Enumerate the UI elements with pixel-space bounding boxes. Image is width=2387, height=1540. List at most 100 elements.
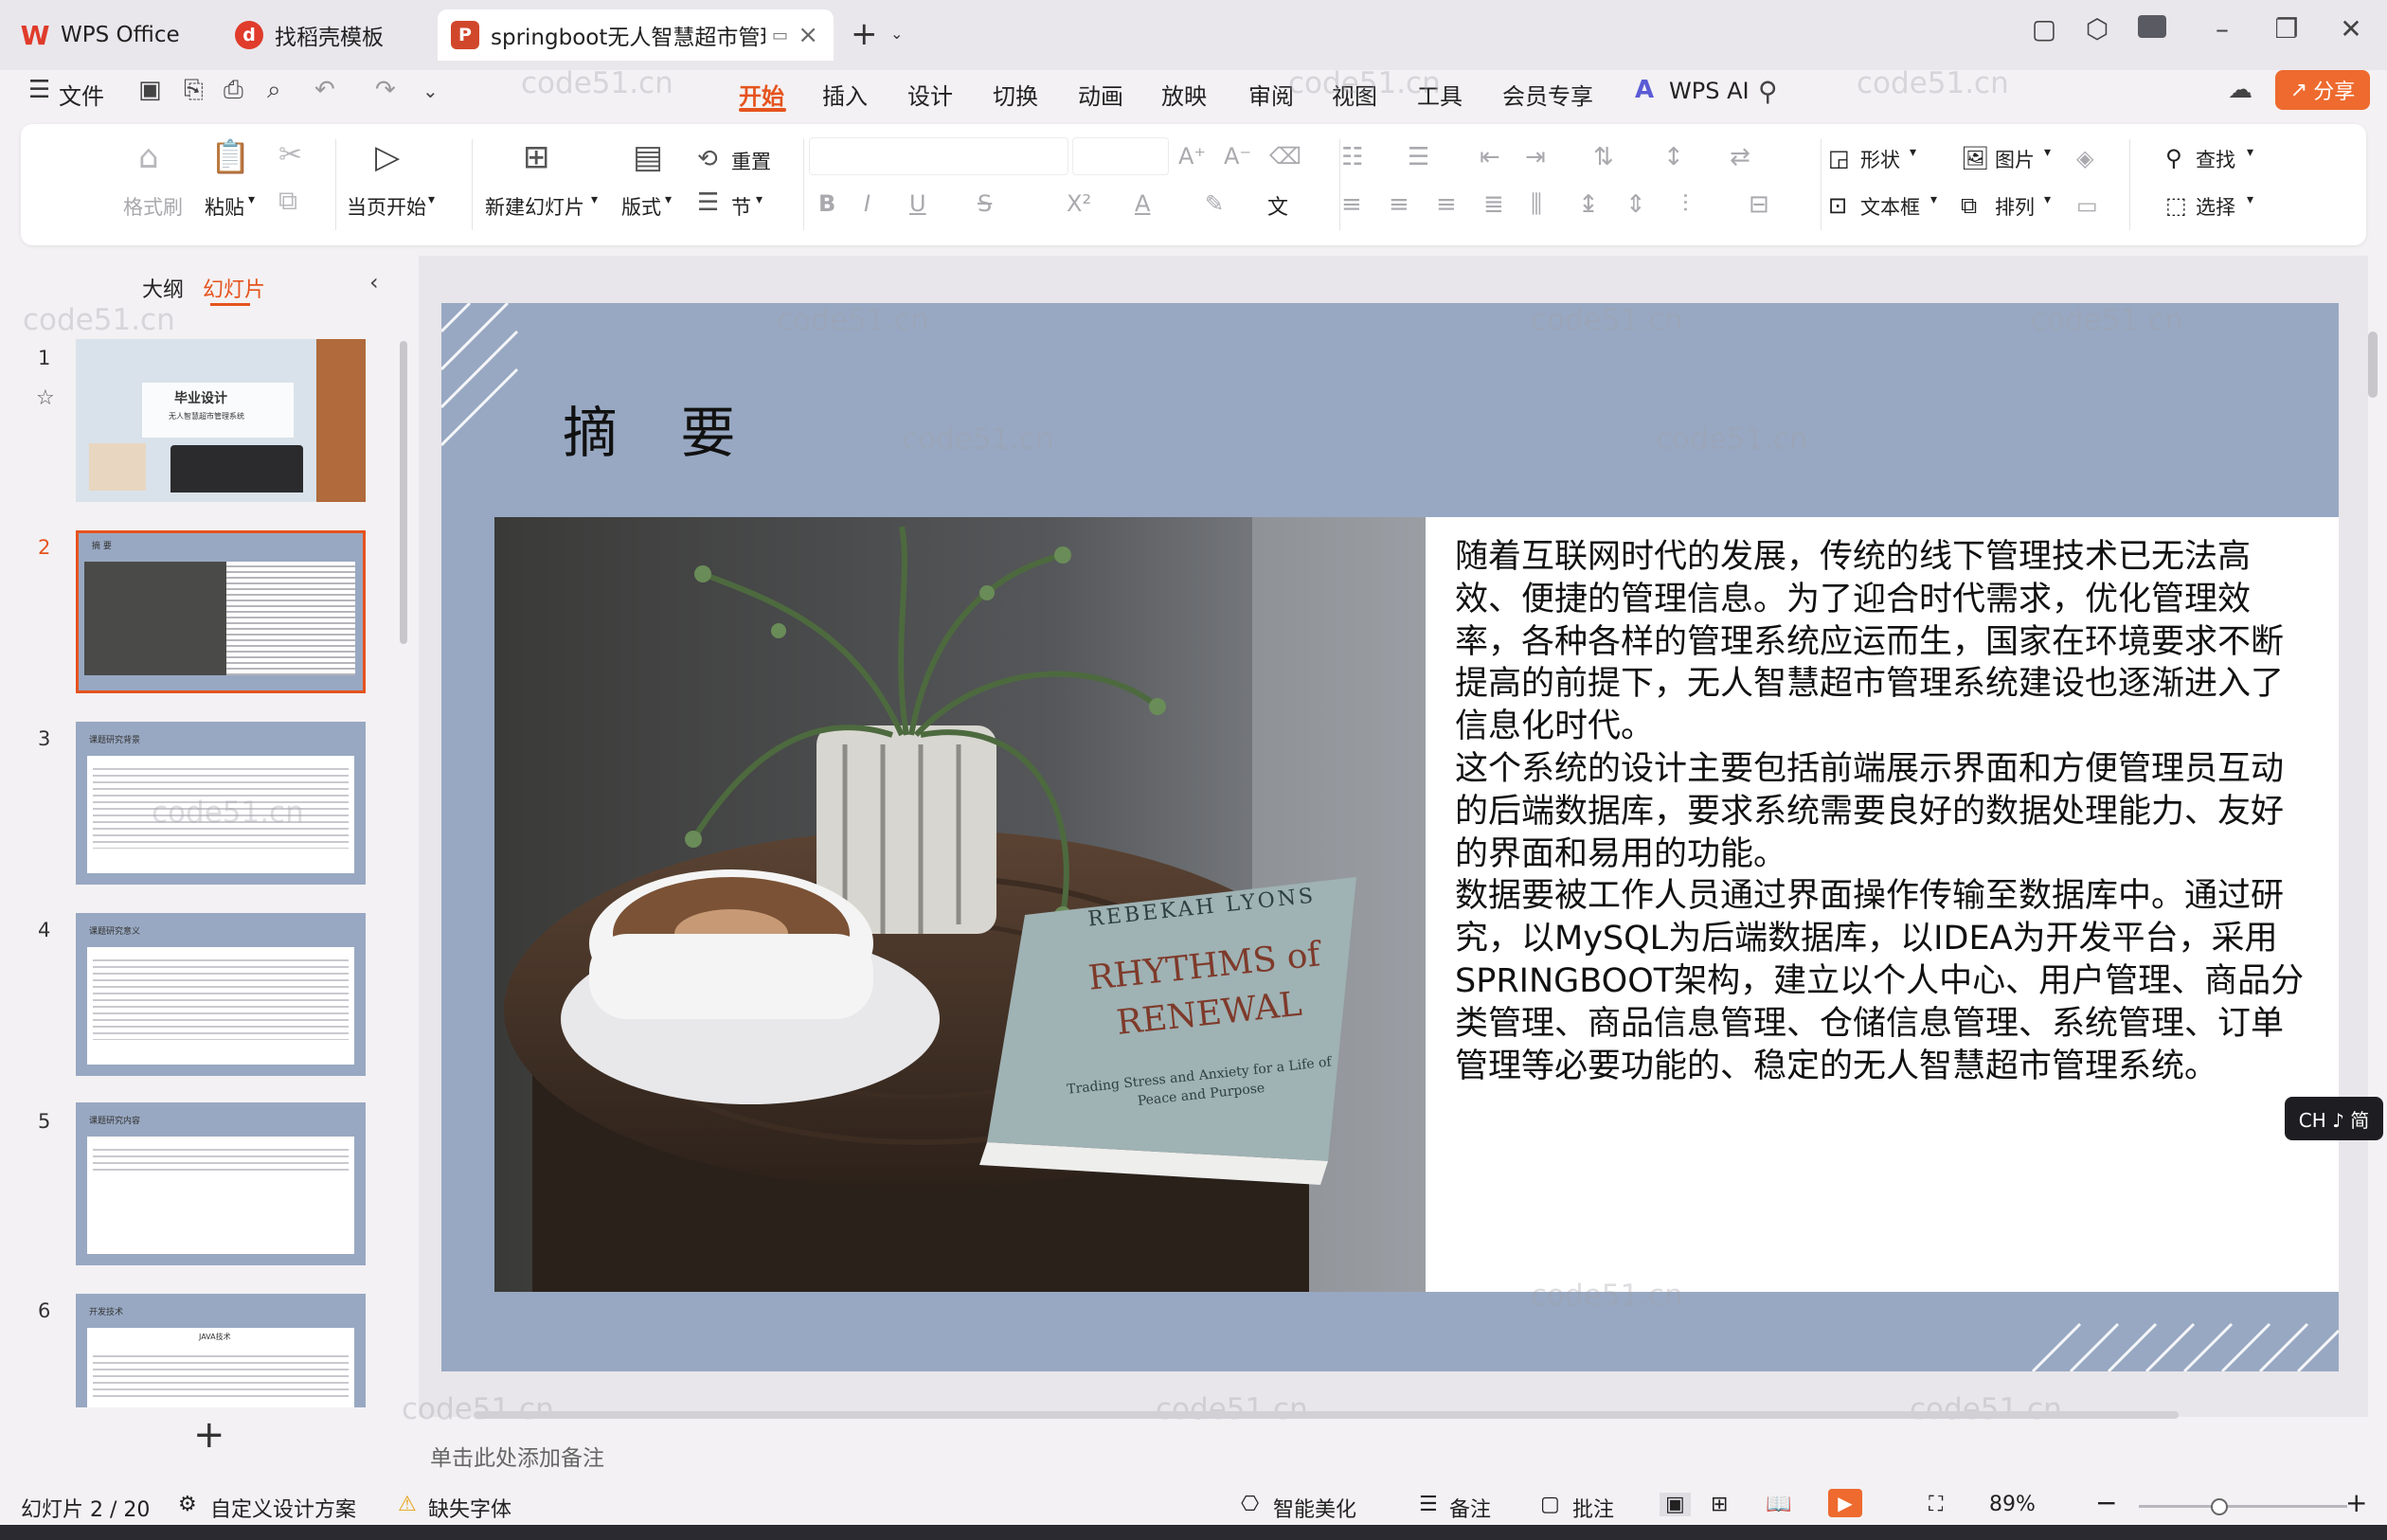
highlight-icon[interactable]: ✎ — [1205, 190, 1224, 217]
underline-button[interactable]: U — [909, 190, 926, 217]
canvas-hscrollbar[interactable] — [474, 1411, 2179, 1419]
notes-toggle-button[interactable]: 备注 — [1449, 1493, 1491, 1523]
start-current-button[interactable]: 当页开始 — [347, 192, 426, 221]
increase-indent-icon[interactable]: ⇥ — [1525, 143, 1546, 171]
strikethrough-button[interactable]: S — [978, 190, 992, 217]
italic-button[interactable]: I — [864, 190, 870, 217]
slide-thumbnail-3[interactable]: 课题研究背景 — [76, 722, 366, 885]
panel-scrollbar[interactable] — [400, 341, 407, 644]
menu-review[interactable]: 审阅 — [1248, 78, 1294, 111]
minimize-icon[interactable]: – — [2201, 13, 2243, 45]
justify-icon[interactable]: ≣ — [1483, 190, 1504, 219]
reading-view-icon[interactable]: 📖 — [1766, 1493, 1791, 1516]
canvas-vscrollbar[interactable] — [2368, 331, 2378, 398]
menu-home[interactable]: 开始 — [739, 78, 784, 111]
fit-window-icon[interactable]: ⛶ — [1929, 1493, 1943, 1516]
new-tab-button[interactable]: + — [851, 15, 878, 53]
font-size-select[interactable] — [1072, 137, 1169, 175]
redo-icon[interactable]: ↷ — [375, 76, 396, 104]
chevron-down-icon[interactable]: ▾ — [428, 192, 435, 207]
text-align-icon[interactable]: ⊟ — [1749, 190, 1769, 219]
cut-icon[interactable]: ✂ — [278, 139, 302, 171]
tab-template[interactable]: d 找稻壳模板 — [222, 9, 430, 61]
shape-button[interactable]: 形状 — [1860, 145, 1900, 173]
save-icon[interactable]: ▣ — [138, 76, 162, 104]
search-icon[interactable]: ⚲ — [1758, 76, 1778, 107]
copy-icon[interactable]: ⧉ — [278, 185, 297, 217]
hamburger-icon[interactable]: ☰ — [28, 76, 50, 104]
select-button[interactable]: 选择 — [2196, 192, 2235, 221]
layout-icon[interactable]: ▢ — [2023, 13, 2065, 45]
slide-thumbnail-5[interactable]: 课题研究内容 — [76, 1102, 366, 1265]
chevron-down-icon[interactable]: ▾ — [2247, 145, 2253, 160]
slide-title[interactable]: 摘 要 — [563, 388, 758, 468]
print-icon[interactable]: ⎙ — [224, 76, 243, 105]
chevron-down-icon[interactable]: ▾ — [2044, 145, 2051, 160]
menu-file[interactable]: 文件 — [59, 78, 104, 111]
columns-icon[interactable]: ⫶ — [1682, 190, 1689, 220]
normal-view-icon[interactable]: ▣ — [1660, 1493, 1691, 1516]
comments-button[interactable]: 批注 — [1572, 1493, 1614, 1523]
menu-design[interactable]: 设计 — [907, 78, 953, 111]
menu-insert[interactable]: 插入 — [822, 78, 868, 111]
ime-indicator[interactable]: CH ♪ 简 — [2285, 1097, 2383, 1140]
textbox-button[interactable]: 文本框 — [1860, 192, 1920, 221]
clear-format-icon[interactable]: ⌫ — [1269, 143, 1301, 170]
text-direction-icon[interactable]: ⇅ — [1593, 143, 1614, 171]
tab-presentation-active[interactable]: P springboot无人智慧超市管理 ▭ × — [438, 9, 834, 61]
close-window-icon[interactable]: ✕ — [2330, 13, 2372, 45]
zoom-out-icon[interactable]: − — [2095, 1487, 2117, 1518]
smart-beautify-button[interactable]: 智能美化 — [1273, 1493, 1356, 1523]
align-right-icon[interactable]: ≡ — [1436, 190, 1457, 219]
menu-transition[interactable]: 切换 — [993, 78, 1038, 111]
add-slide-button[interactable]: + — [193, 1413, 225, 1457]
zoom-slider-thumb[interactable] — [2211, 1498, 2228, 1515]
font-name-select[interactable] — [809, 137, 1068, 175]
menu-wps-ai[interactable]: WPS AI — [1669, 78, 1750, 104]
zoom-in-icon[interactable]: + — [2345, 1487, 2367, 1518]
numbered-list-icon[interactable]: ☰ — [1408, 143, 1429, 171]
convert-icon[interactable]: ⇄ — [1730, 143, 1750, 171]
chevron-down-icon[interactable]: ▾ — [756, 192, 763, 207]
menu-slideshow[interactable]: 放映 — [1161, 78, 1207, 111]
slide-thumbnail-4[interactable]: 课题研究意义 — [76, 913, 366, 1076]
chevron-down-icon[interactable]: ▾ — [591, 192, 598, 207]
new-slide-button[interactable]: 新建幻灯片 — [485, 192, 584, 221]
print-preview-icon[interactable]: ⌕ — [267, 76, 281, 105]
decrease-font-icon[interactable]: A⁻ — [1224, 143, 1251, 170]
align-center-icon[interactable]: ≡ — [1389, 190, 1409, 219]
custom-design-button[interactable]: 自定义设计方案 — [210, 1493, 356, 1523]
star-icon[interactable]: ☆ — [36, 386, 55, 410]
superscript-button[interactable]: X² — [1067, 190, 1091, 217]
chevron-down-icon[interactable]: ▾ — [248, 192, 255, 207]
font-color-button[interactable]: A — [1135, 190, 1150, 217]
line-spacing-icon[interactable]: ↨ — [1578, 190, 1599, 219]
chevron-down-icon[interactable]: ⌄ — [890, 25, 903, 43]
para-spacing-icon[interactable]: ⇕ — [1625, 190, 1646, 219]
cube-icon[interactable]: ⬡ — [2076, 13, 2118, 45]
menu-member[interactable]: 会员专享 — [1502, 78, 1593, 111]
outline-icon[interactable]: ▭ — [2076, 192, 2098, 219]
slide-thumbnail-2-selected[interactable]: 摘 要 — [76, 530, 366, 693]
slide-photo[interactable]: REBEKAH LYONS RHYTHMS of RENEWAL Trading… — [494, 517, 1426, 1292]
chevron-down-icon[interactable]: ▾ — [2044, 192, 2051, 207]
wps-ai-icon[interactable]: A — [1635, 76, 1654, 104]
section-button[interactable]: 节 — [731, 192, 751, 221]
slideshow-play-icon[interactable]: ▶ — [1828, 1489, 1862, 1517]
menu-tools[interactable]: 工具 — [1417, 78, 1463, 111]
export-icon[interactable]: ⎘ — [184, 76, 204, 105]
arrange-button[interactable]: 排列 — [1995, 192, 2035, 221]
notes-pane[interactable] — [419, 1421, 2368, 1485]
paste-button[interactable]: 粘贴 — [205, 192, 244, 221]
zoom-level[interactable]: 89% — [1989, 1493, 2036, 1516]
tab-outline[interactable]: 大纲 — [142, 273, 184, 303]
format-painter-button[interactable]: 格式刷 — [123, 192, 183, 221]
chevron-down-icon[interactable]: ▾ — [1930, 192, 1937, 207]
slide-thumbnail-6[interactable]: 开发技术 JAVA技术 — [76, 1294, 366, 1407]
fill-icon[interactable]: ◈ — [2076, 145, 2093, 171]
grid-view-icon[interactable]: ⊞ — [1711, 1493, 1728, 1516]
distribute-icon[interactable]: ⫼ — [1531, 190, 1542, 220]
chevron-down-icon[interactable]: ▾ — [665, 192, 672, 207]
chevron-down-icon[interactable]: ⌄ — [422, 80, 439, 102]
maximize-icon[interactable]: ❐ — [2266, 13, 2307, 45]
